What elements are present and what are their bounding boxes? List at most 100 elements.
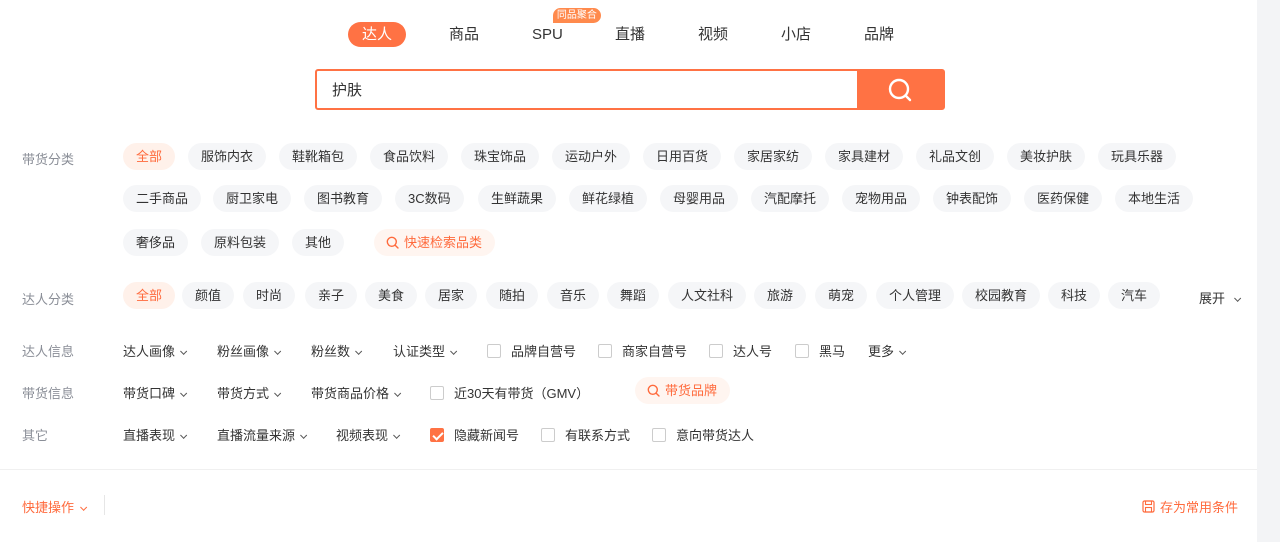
category-chip[interactable]: 原料包装	[201, 229, 280, 256]
talent-category-chip[interactable]: 个人管理	[876, 282, 955, 309]
tab-video[interactable]: 视频	[684, 22, 742, 47]
live-traffic-source-dropdown[interactable]: 直播流量来源	[217, 425, 308, 444]
search-input[interactable]	[317, 71, 857, 108]
search-icon	[647, 384, 660, 397]
talent-category-chip[interactable]: 校园教育	[962, 282, 1041, 309]
tab-live[interactable]: 直播	[601, 22, 659, 47]
sales-method-dropdown[interactable]: 带货方式	[217, 383, 282, 402]
sales-brand-button[interactable]: 带货品牌	[635, 377, 731, 404]
talent-category-chip[interactable]: 亲子	[305, 282, 358, 309]
talent-category-chip[interactable]: 颜值	[182, 282, 235, 309]
category-chip[interactable]: 医药保健	[1024, 185, 1103, 212]
category-chip[interactable]: 家具建材	[825, 143, 904, 170]
product-price-dropdown[interactable]: 带货商品价格	[311, 383, 402, 402]
category-chip[interactable]: 家居家纺	[734, 143, 813, 170]
search-button[interactable]	[857, 71, 943, 108]
live-performance-dropdown[interactable]: 直播表现	[123, 425, 188, 444]
category-chip[interactable]: 钟表配饰	[933, 185, 1012, 212]
chevron-down-icon	[180, 389, 188, 397]
category-chip[interactable]: 鞋靴箱包	[279, 143, 358, 170]
tab-product[interactable]: 商品	[435, 22, 493, 47]
brand-self-operated-checkbox[interactable]: 品牌自营号	[487, 341, 576, 360]
search-type-tabs: 达人 商品 SPU 同品聚合 直播 视频 小店 品牌	[0, 8, 1257, 50]
chevron-down-icon	[393, 431, 401, 439]
talent-category-chip[interactable]: 音乐	[547, 282, 600, 309]
sales-reputation-dropdown[interactable]: 带货口碑	[123, 383, 188, 402]
talent-category-chip[interactable]: 科技	[1048, 282, 1101, 309]
tab-spu-label: SPU	[532, 26, 563, 43]
category-chip[interactable]: 厨卫家电	[213, 185, 292, 212]
category-chip[interactable]: 二手商品	[123, 185, 202, 212]
category-chip[interactable]: 玩具乐器	[1098, 143, 1177, 170]
tab-spu[interactable]: SPU 同品聚合	[518, 8, 601, 47]
tab-brand[interactable]: 品牌	[850, 22, 908, 47]
expand-button[interactable]: 展开	[1199, 288, 1241, 307]
intent-sales-talent-checkbox[interactable]: 意向带货达人	[652, 425, 754, 444]
fan-portrait-dropdown[interactable]: 粉丝画像	[217, 341, 282, 360]
checkbox-label: 近30天有带货（GMV）	[454, 386, 590, 401]
hide-news-account-checkbox[interactable]: 隐藏新闻号	[430, 425, 519, 444]
category-chip[interactable]: 礼品文创	[916, 143, 995, 170]
search-icon	[888, 78, 912, 101]
certification-type-dropdown[interactable]: 认证类型	[393, 341, 458, 360]
category-chip[interactable]: 母婴用品	[660, 185, 739, 212]
quick-operations-dropdown[interactable]: 快捷操作	[22, 497, 88, 516]
talent-category-chip[interactable]: 时尚	[243, 282, 296, 309]
category-chip[interactable]: 奢侈品	[123, 229, 189, 256]
merchant-self-operated-checkbox[interactable]: 商家自营号	[598, 341, 687, 360]
category-chip[interactable]: 服饰内衣	[188, 143, 267, 170]
dropdown-label: 带货口碑	[123, 386, 176, 401]
category-chip[interactable]: 日用百货	[643, 143, 722, 170]
chevron-down-icon	[180, 431, 188, 439]
category-chip[interactable]: 3C数码	[395, 185, 464, 212]
category-chip[interactable]: 宠物用品	[842, 185, 921, 212]
chevron-down-icon	[180, 347, 188, 355]
search-icon	[386, 236, 399, 249]
talent-account-checkbox[interactable]: 达人号	[709, 341, 772, 360]
category-chip[interactable]: 食品饮料	[370, 143, 449, 170]
category-chip[interactable]: 鲜花绿植	[569, 185, 648, 212]
tab-talent[interactable]: 达人	[348, 22, 407, 47]
talent-category-chip[interactable]: 随拍	[486, 282, 539, 309]
quick-search-category-button[interactable]: 快速检索品类	[374, 229, 496, 256]
more-dropdown[interactable]: 更多	[868, 341, 907, 360]
talent-category-chip[interactable]: 人文社科	[668, 282, 747, 309]
category-chip[interactable]: 本地生活	[1115, 185, 1194, 212]
category-chip[interactable]: 珠宝饰品	[461, 143, 540, 170]
checkbox-label: 达人号	[733, 344, 773, 359]
recent-30-days-sales-checkbox[interactable]: 近30天有带货（GMV）	[430, 383, 589, 402]
vertical-separator	[104, 495, 105, 515]
video-performance-dropdown[interactable]: 视频表现	[336, 425, 401, 444]
dropdown-label: 达人画像	[123, 344, 176, 359]
talent-category-chip[interactable]: 居家	[425, 282, 478, 309]
has-contact-checkbox[interactable]: 有联系方式	[541, 425, 630, 444]
category-chip[interactable]: 生鲜蔬果	[478, 185, 557, 212]
talent-category-chip[interactable]: 萌宠	[815, 282, 868, 309]
talent-category-chip[interactable]: 美食	[365, 282, 418, 309]
category-chip[interactable]: 汽配摩托	[751, 185, 830, 212]
chevron-down-icon	[300, 431, 308, 439]
dark-horse-checkbox[interactable]: 黑马	[795, 341, 845, 360]
talent-portrait-dropdown[interactable]: 达人画像	[123, 341, 188, 360]
categories-label: 带货分类	[22, 152, 75, 167]
category-chip[interactable]: 美妆护肤	[1007, 143, 1086, 170]
dropdown-label: 直播流量来源	[217, 428, 296, 443]
checkbox-label: 有联系方式	[565, 428, 631, 443]
checkbox-box	[709, 343, 723, 358]
category-chip[interactable]: 其他	[292, 229, 345, 256]
category-chip[interactable]: 全部	[123, 143, 176, 170]
talent-category-chip[interactable]: 旅游	[754, 282, 807, 309]
dropdown-label: 带货方式	[217, 386, 270, 401]
category-chip[interactable]: 运动户外	[552, 143, 631, 170]
category-chip[interactable]: 图书教育	[304, 185, 383, 212]
talent-category-chip[interactable]: 全部	[123, 282, 176, 309]
other-label: 其它	[22, 428, 49, 443]
talent-category-chip[interactable]: 舞蹈	[607, 282, 660, 309]
quick-search-label: 快速检索品类	[404, 235, 483, 250]
save-conditions-button[interactable]: 存为常用条件	[1142, 497, 1238, 516]
checkbox-box	[487, 343, 501, 358]
tab-shop[interactable]: 小店	[767, 22, 825, 47]
talent-category-chip[interactable]: 汽车	[1108, 282, 1161, 309]
dropdown-label: 直播表现	[123, 428, 176, 443]
fan-count-dropdown[interactable]: 粉丝数	[311, 341, 363, 360]
